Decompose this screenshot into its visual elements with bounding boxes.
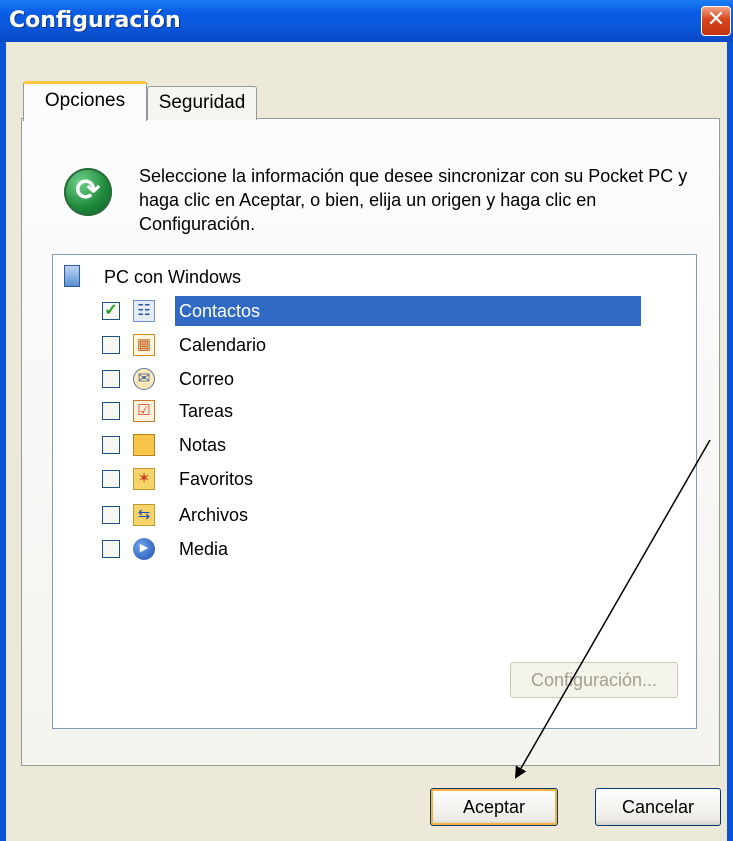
tree-root-label: PC con Windows: [104, 267, 242, 287]
list-item-favoritos[interactable]: ✶ Favoritos: [101, 464, 649, 494]
tab-opciones[interactable]: Opciones: [23, 81, 147, 121]
configuration-button[interactable]: Configuración...: [510, 662, 678, 698]
list-item-tareas[interactable]: ☑ Tareas: [101, 396, 649, 426]
item-label: Notas: [179, 435, 227, 455]
media-player-icon: ▶: [133, 538, 155, 560]
title-bar[interactable]: Configuración ✕: [0, 0, 733, 42]
files-sync-icon: ⇆: [133, 504, 155, 526]
cancel-button[interactable]: Cancelar: [595, 788, 721, 826]
close-icon: ✕: [706, 7, 726, 32]
mail-icon: ✉: [133, 368, 155, 390]
window-title: Configuración: [9, 8, 181, 33]
list-item-notas[interactable]: Notas: [101, 430, 649, 460]
tasks-icon: ☑: [133, 400, 155, 422]
checkbox-tareas[interactable]: [102, 402, 120, 420]
accept-button[interactable]: Aceptar: [430, 788, 558, 826]
item-label: Contactos: [175, 296, 641, 326]
item-label: Correo: [179, 369, 235, 389]
item-label: Calendario: [179, 335, 267, 355]
contacts-icon: ☷: [133, 300, 155, 322]
list-item-correo[interactable]: ✉ Correo: [101, 364, 649, 394]
item-label: Archivos: [179, 505, 249, 525]
checkbox-media[interactable]: [102, 540, 120, 558]
notes-icon: [133, 434, 155, 456]
item-label: Favoritos: [179, 469, 254, 489]
list-item-calendario[interactable]: ▦ Calendario: [101, 330, 649, 360]
checkbox-correo[interactable]: [102, 370, 120, 388]
checkbox-favoritos[interactable]: [102, 470, 120, 488]
checkbox-calendario[interactable]: [102, 336, 120, 354]
tab-seguridad[interactable]: Seguridad: [147, 86, 257, 120]
favorites-folder-icon: ✶: [133, 468, 155, 490]
list-item-contactos[interactable]: ✓ ☷ Contactos: [101, 296, 649, 326]
checkbox-notas[interactable]: [102, 436, 120, 454]
calendar-icon: ▦: [133, 334, 155, 356]
item-label: Tareas: [179, 401, 234, 421]
checkbox-archivos[interactable]: [102, 506, 120, 524]
checkbox-contactos[interactable]: ✓: [102, 302, 120, 320]
item-label: Media: [179, 539, 229, 559]
computer-icon: [64, 265, 80, 287]
intro-text: Seleccione la información que desee sinc…: [139, 166, 688, 234]
sync-icon: ⟳: [64, 168, 112, 216]
list-item-archivos[interactable]: ⇆ Archivos: [101, 500, 649, 530]
list-item-media[interactable]: ▶ Media: [101, 534, 649, 564]
close-button[interactable]: ✕: [701, 6, 731, 36]
